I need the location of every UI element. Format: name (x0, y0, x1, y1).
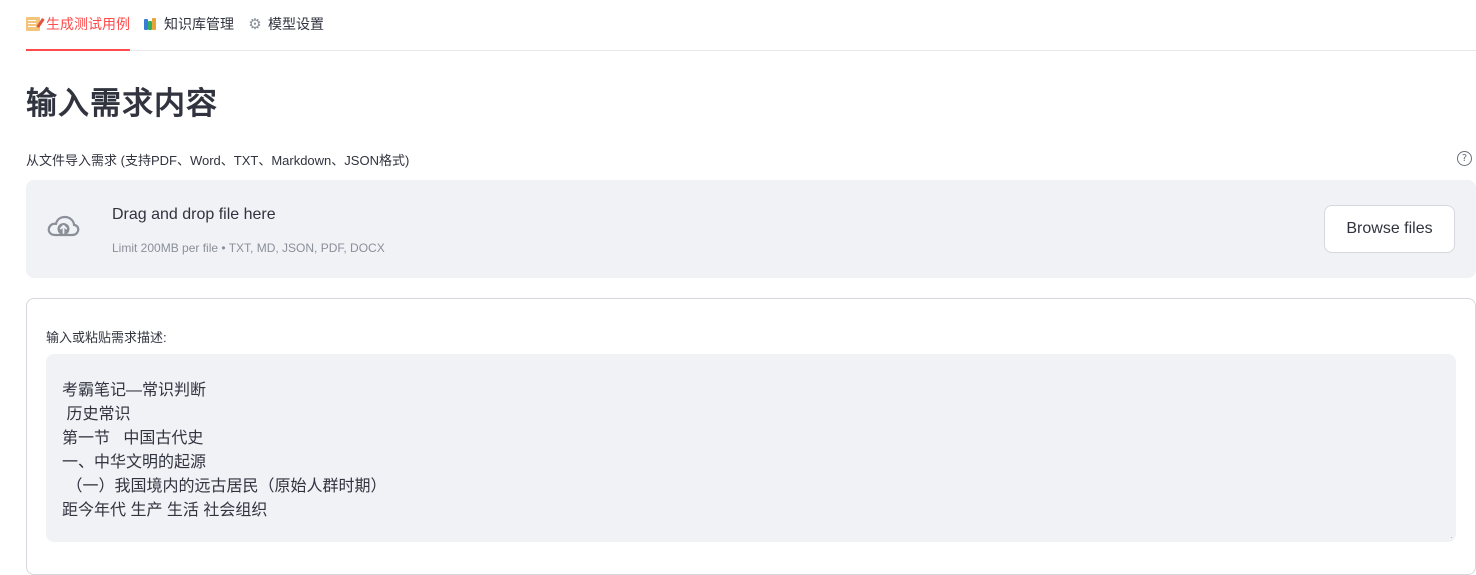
textarea-line: 距今年代 生产 生活 社会组织 (62, 502, 268, 519)
tab-bar: 生成测试用例 知识库管理 ⚙ 模型设置 (26, 0, 1476, 51)
requirement-textarea[interactable]: 考霸笔记—常识判断 历史常识 第一节 中国古代史 一、中华文明的起源 （一）我国… (46, 354, 1456, 542)
tab-label: 知识库管理 (164, 16, 234, 32)
textarea-line: 第一节 中国古代史 (62, 430, 204, 447)
tab-knowledge-base[interactable]: 知识库管理 (144, 0, 234, 50)
memo-icon (26, 17, 40, 31)
tab-inner: ⚙ 模型设置 (248, 0, 324, 51)
textarea-line: 历史常识 (62, 406, 131, 423)
resize-handle[interactable]: · (1450, 534, 1454, 542)
tab-inner: 知识库管理 (144, 0, 234, 51)
browse-files-button[interactable]: Browse files (1324, 205, 1455, 253)
tab-inner: 生成测试用例 (26, 0, 130, 51)
textarea-line: （一）我国境内的远古居民（原始人群时期） (62, 478, 387, 495)
tab-model-settings[interactable]: ⚙ 模型设置 (248, 0, 324, 50)
cloud-upload-icon (47, 215, 80, 237)
tab-label: 生成测试用例 (46, 16, 130, 32)
requirement-form: 输入或粘贴需求描述: 考霸笔记—常识判断 历史常识 第一节 中国古代史 一、中华… (26, 298, 1476, 575)
tab-generate-test-cases[interactable]: 生成测试用例 (26, 0, 130, 51)
file-dropzone[interactable]: Drag and drop file here Limit 200MB per … (26, 180, 1476, 278)
requirement-textarea-label: 输入或粘贴需求描述: (46, 330, 167, 345)
books-icon (144, 17, 158, 31)
tab-label: 模型设置 (268, 16, 324, 32)
file-uploader-label: 从文件导入需求 (支持PDF、Word、TXT、Markdown、JSON格式) (26, 153, 410, 168)
dropzone-limit-text: Limit 200MB per file • TXT, MD, JSON, PD… (112, 241, 385, 255)
dropzone-title: Drag and drop file here (112, 206, 276, 223)
page-title: 输入需求内容 (26, 86, 218, 121)
question-circle-icon[interactable]: ? (1457, 151, 1472, 166)
textarea-line: 一、中华文明的起源 (62, 454, 207, 471)
textarea-line: 考霸笔记—常识判断 (62, 382, 207, 399)
gear-icon: ⚙ (248, 15, 262, 33)
